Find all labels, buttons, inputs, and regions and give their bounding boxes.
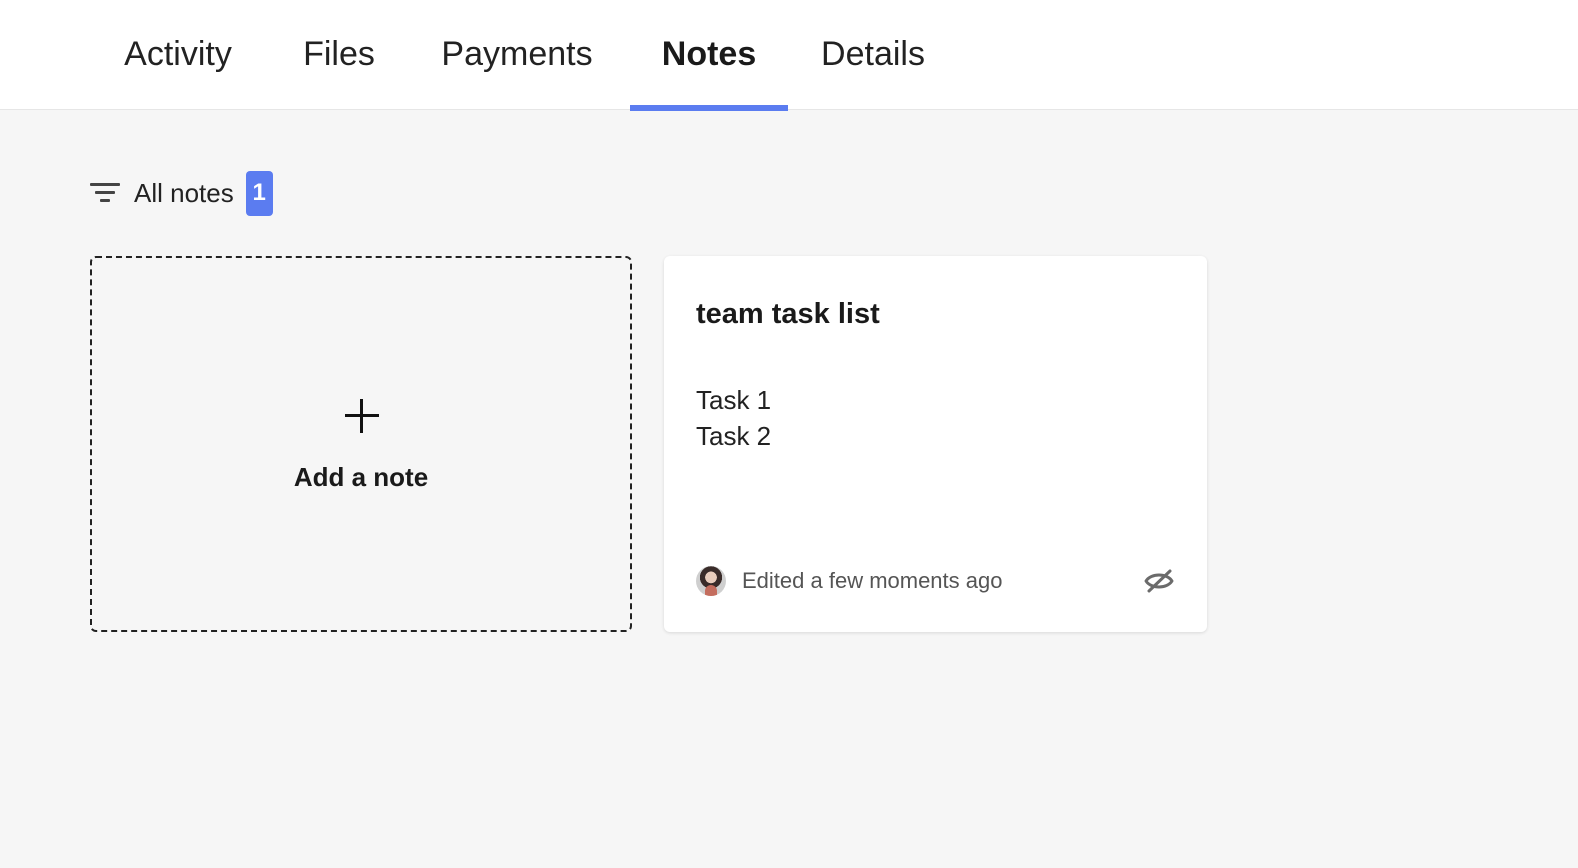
- add-note-card[interactable]: Add a note: [90, 256, 632, 632]
- tab-payments-label: Payments: [441, 35, 593, 73]
- edited-timestamp: Edited a few moments ago: [742, 568, 1003, 593]
- notes-count-badge: 1: [245, 170, 273, 216]
- tab-notes[interactable]: Notes: [630, 0, 788, 111]
- note-body: Task 1 Task 2: [696, 382, 771, 454]
- tab-files-label: Files: [303, 35, 375, 73]
- note-title: team task list: [696, 298, 880, 330]
- note-footer: Edited a few moments ago: [696, 566, 1175, 596]
- tab-files[interactable]: Files: [302, 0, 376, 110]
- note-line: Task 2: [696, 421, 772, 451]
- active-tab-indicator: [630, 105, 788, 111]
- tab-payments[interactable]: Payments: [440, 0, 594, 110]
- filter-icon[interactable]: [90, 181, 120, 205]
- tab-bar: Activity Files Payments Notes Details: [0, 0, 1578, 111]
- tab-details-label: Details: [821, 35, 925, 73]
- tab-details[interactable]: Details: [818, 0, 928, 110]
- note-line: Task 1: [696, 385, 772, 415]
- avatar: [696, 566, 726, 596]
- eye-off-icon[interactable]: [1143, 568, 1175, 594]
- add-note-label: Add a note: [293, 462, 429, 492]
- tab-activity-label: Activity: [124, 35, 232, 73]
- tab-notes-label: Notes: [661, 35, 757, 73]
- notes-filter: All notes 1: [90, 170, 273, 216]
- tab-activity[interactable]: Activity: [121, 0, 235, 110]
- note-card[interactable]: team task list Task 1 Task 2 Edited a fe…: [664, 256, 1207, 632]
- plus-icon: [345, 399, 379, 433]
- filter-label[interactable]: All notes: [134, 178, 234, 209]
